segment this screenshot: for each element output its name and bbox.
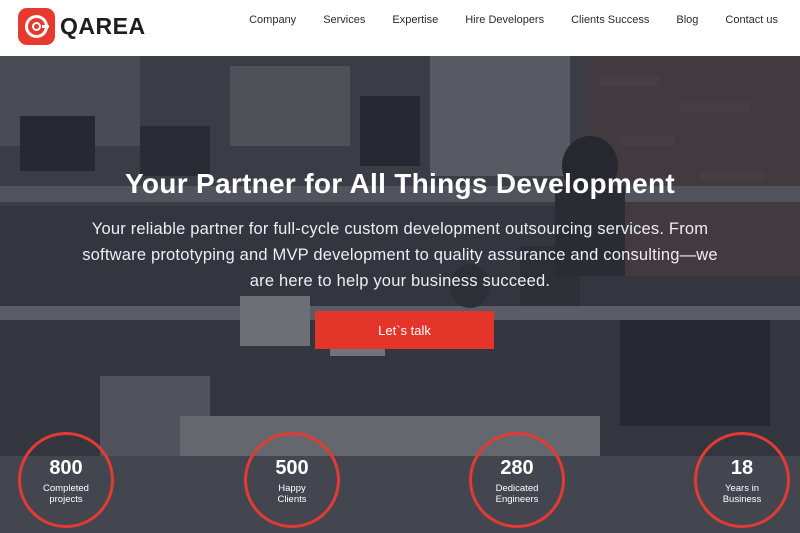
hero-section: Your Partner for All Things Development … (0, 56, 800, 533)
logo-icon (18, 8, 55, 45)
stat-label-line2: Clients (277, 494, 307, 505)
qarea-logo[interactable]: QAREA (18, 8, 146, 45)
stat-label-line1: Dedicated (495, 483, 539, 494)
stat-happy-clients: 500 Happy Clients (244, 432, 340, 528)
stat-label: Completed projects (21, 483, 111, 505)
stat-label-line1: Years in (725, 483, 759, 494)
stat-label-line2: projects (49, 494, 83, 505)
stat-label: Happy Clients (247, 483, 337, 505)
stat-label: Years in Business (697, 483, 787, 505)
nav-item-clients-success[interactable]: Clients Success (571, 14, 649, 26)
stat-dedicated-engineers: 280 Dedicated Engineers (469, 432, 565, 528)
nav-item-hire-developers[interactable]: Hire Developers (465, 14, 544, 26)
hero-overlay (0, 56, 800, 533)
hero-title: Your Partner for All Things Development (125, 168, 675, 199)
stat-label-line1: Completed (43, 483, 89, 494)
stat-label: Dedicated Engineers (472, 483, 562, 505)
nav-item-blog[interactable]: Blog (676, 14, 698, 26)
stat-number: 500 (275, 457, 309, 479)
nav-item-company[interactable]: Company (249, 14, 296, 26)
stat-number: 18 (730, 457, 754, 479)
stat-years-in-business: 18 Years in Business (694, 432, 790, 528)
lets-talk-button[interactable]: Let`s talk (315, 311, 494, 349)
logo-text: QAREA (60, 13, 146, 39)
stat-label-line2: Engineers (495, 494, 539, 505)
nav-item-contact-us[interactable]: Contact us (725, 14, 778, 26)
stat-number: 800 (49, 457, 83, 479)
site-header: QAREA Company Services Expertise Hire De… (0, 0, 800, 56)
stat-label-line1: Happy (278, 483, 306, 494)
nav-item-expertise[interactable]: Expertise (392, 14, 438, 26)
stat-completed-projects: 800 Completed projects (18, 432, 114, 528)
nav-item-services[interactable]: Services (323, 14, 365, 26)
stat-label-line2: Business (722, 494, 762, 505)
stat-number: 280 (500, 457, 534, 479)
hero-description: Your reliable partner for full-cycle cus… (82, 220, 718, 290)
main-nav: Company Services Expertise Hire Develope… (222, 0, 778, 40)
